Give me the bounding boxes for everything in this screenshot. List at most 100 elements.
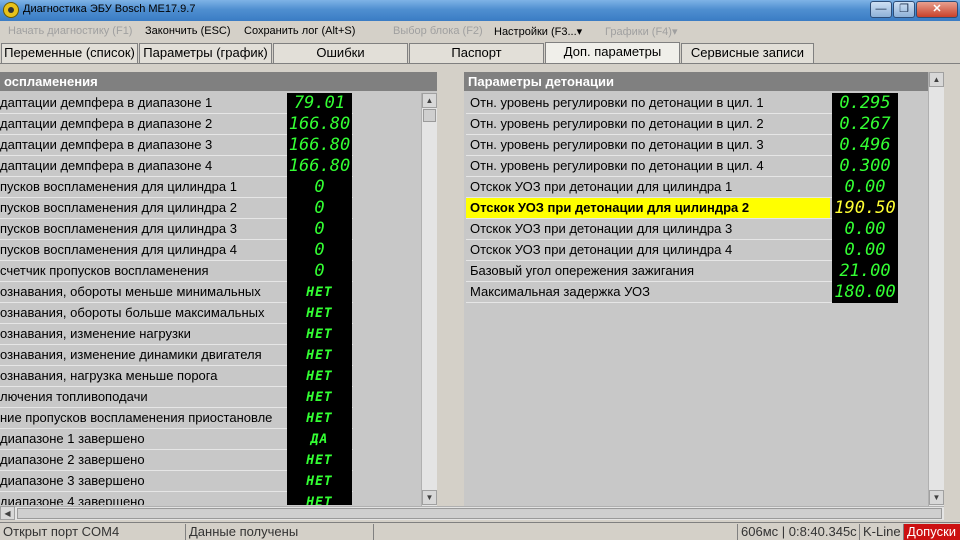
row-value: 180.00 (832, 282, 898, 303)
ignition-row[interactable]: счетчик пропусков воспламенения 0 (0, 261, 353, 282)
detonation-row[interactable]: Отскок УОЗ при детонации для цилиндра 30… (466, 219, 898, 240)
ignition-row[interactable]: диапазоне 1 завершено ДА (0, 429, 353, 450)
ignition-row[interactable]: пусков воспламенения для цилиндра 20 (0, 198, 353, 219)
ignition-panel: оспламенения даптации демпфера в диапазо… (0, 72, 437, 506)
row-value: НЕТ (287, 303, 352, 324)
ignition-row[interactable]: ознавания, нагрузка меньше порога НЕТ (0, 366, 353, 387)
detonation-row[interactable]: Максимальная задержка УОЗ 180.00 (466, 282, 898, 303)
ignition-row[interactable]: ние пропусков воспламенения приостановле… (0, 408, 353, 429)
scroll-down-icon[interactable]: ▼ (929, 490, 944, 505)
menu-charts[interactable]: Графики (F4)▾ (605, 25, 677, 38)
detonation-row[interactable]: Базовый угол опережения зажигания 21.00 (466, 261, 898, 282)
status-protocol: K-Line (860, 524, 904, 540)
menu-select-unit[interactable]: Выбор блока (F2) (393, 25, 483, 37)
scroll-up-icon[interactable]: ▲ (422, 93, 437, 108)
row-label: Максимальная задержка УОЗ (466, 282, 830, 302)
row-label: Отн. уровень регулировки по детонации в … (466, 93, 830, 113)
ignition-row[interactable]: диапазоне 3 завершено НЕТ (0, 471, 353, 492)
menu-settings[interactable]: Настройки (F3...▾ (494, 25, 582, 38)
horizontal-scroll-thumb[interactable] (17, 508, 942, 519)
status-port: Открыт порт COM4 (0, 524, 186, 540)
detonation-row[interactable]: Отн. уровень регулировки по детонации в … (466, 135, 898, 156)
scroll-thumb[interactable] (423, 109, 436, 122)
row-value: 0.300 (832, 156, 898, 177)
window-title: Диагностика ЭБУ Bosch ME17.9.7 (23, 3, 196, 15)
title-bar: Диагностика ЭБУ Bosch ME17.9.7 — ❐ ✕ (0, 0, 960, 21)
row-value: НЕТ (287, 450, 352, 471)
ignition-row[interactable]: даптации демпфера в диапазоне 2 166.80 (0, 114, 353, 135)
row-value: НЕТ (287, 324, 352, 345)
row-label: пусков воспламенения для цилиндра 1 (0, 177, 285, 197)
row-label: даптации демпфера в диапазоне 1 (0, 93, 285, 113)
ignition-row[interactable]: ознавания, обороты меньше минимальных НЕТ (0, 282, 353, 303)
status-timing: 606мс | 0:8:40.345с (738, 524, 860, 540)
row-value: 0 (287, 177, 352, 198)
detonation-vertical-scrollbar[interactable]: ▲ ▼ (928, 72, 944, 506)
ignition-row[interactable]: пусков воспламенения для цилиндра 40 (0, 240, 353, 261)
detonation-row[interactable]: Отскок УОЗ при детонации для цилиндра 10… (466, 177, 898, 198)
detonation-row[interactable]: Отскок УОЗ при детонации для цилиндра 40… (466, 240, 898, 261)
ignition-row[interactable]: лючения топливоподачи НЕТ (0, 387, 353, 408)
tab-parameters-chart[interactable]: Параметры (график) (139, 43, 272, 63)
row-value: НЕТ (287, 492, 352, 505)
ignition-row[interactable]: пусков воспламенения для цилиндра 30 (0, 219, 353, 240)
menu-save-log[interactable]: Сохранить лог (Alt+S) (244, 25, 355, 37)
row-value: 0 (287, 261, 352, 282)
row-value: НЕТ (287, 282, 352, 303)
ignition-row[interactable]: диапазоне 4 завершено НЕТ (0, 492, 353, 505)
menu-finish[interactable]: Закончить (ESC) (145, 25, 231, 37)
row-label: ознавания, нагрузка меньше порога (0, 366, 285, 386)
maximize-button[interactable]: ❐ (893, 1, 915, 18)
row-value: 0 (287, 219, 352, 240)
detonation-row[interactable]: Отн. уровень регулировки по детонации в … (466, 93, 898, 114)
detonation-row-selected[interactable]: Отскок УОЗ при детонации для цилиндра 21… (466, 198, 898, 219)
horizontal-scrollbar[interactable]: ◀ (0, 506, 944, 520)
ignition-row[interactable]: пусков воспламенения для цилиндра 10 (0, 177, 353, 198)
row-value: 0 (287, 198, 352, 219)
ignition-vertical-scrollbar[interactable]: ▲ ▼ (421, 93, 437, 506)
tab-extra-parameters[interactable]: Доп. параметры (545, 42, 680, 63)
ignition-row[interactable]: ознавания, изменение нагрузки НЕТ (0, 324, 353, 345)
toolbar-menu: Начать диагностику (F1) Закончить (ESC) … (0, 21, 960, 43)
row-label: Отскок УОЗ при детонации для цилиндра 2 (466, 198, 830, 218)
status-empty (374, 524, 738, 540)
ignition-row[interactable]: даптации демпфера в диапазоне 1 79.01 (0, 93, 353, 114)
detonation-row[interactable]: Отн. уровень регулировки по детонации в … (466, 156, 898, 177)
row-label: Отн. уровень регулировки по детонации в … (466, 114, 830, 134)
status-tolerances-alert[interactable]: Допуски (904, 524, 960, 540)
row-label: ознавания, изменение нагрузки (0, 324, 285, 344)
scroll-down-icon[interactable]: ▼ (422, 490, 437, 505)
ignition-row[interactable]: даптации демпфера в диапазоне 4 166.80 (0, 156, 353, 177)
scroll-left-icon[interactable]: ◀ (0, 506, 15, 520)
row-value: НЕТ (287, 471, 352, 492)
detonation-panel-header: Параметры детонации (464, 72, 944, 91)
menu-start-diagnostics[interactable]: Начать диагностику (F1) (8, 25, 132, 37)
row-value: 166.80 (287, 156, 352, 177)
row-label: даптации демпфера в диапазоне 3 (0, 135, 285, 155)
row-value: 79.01 (287, 93, 352, 114)
tab-divider (0, 63, 960, 64)
row-label: диапазоне 2 завершено (0, 450, 285, 470)
tab-service-records[interactable]: Сервисные записи (681, 43, 814, 63)
ignition-row[interactable]: ознавания, изменение динамики двигателя Н… (0, 345, 353, 366)
row-label: лючения топливоподачи (0, 387, 285, 407)
tab-errors[interactable]: Ошибки (273, 43, 408, 63)
detonation-panel: Параметры детонации Отн. уровень регулир… (464, 72, 944, 506)
row-label: пусков воспламенения для цилиндра 4 (0, 240, 285, 260)
ignition-row[interactable]: диапазоне 2 завершено НЕТ (0, 450, 353, 471)
tab-passport[interactable]: Паспорт (409, 43, 544, 63)
row-label: ознавания, изменение динамики двигателя (0, 345, 285, 365)
detonation-row[interactable]: Отн. уровень регулировки по детонации в … (466, 114, 898, 135)
row-value: 0.00 (832, 219, 898, 240)
ignition-row[interactable]: ознавания, обороты больше максимальных НЕ… (0, 303, 353, 324)
minimize-button[interactable]: — (870, 1, 892, 18)
tab-variables-list[interactable]: Переменные (список) (1, 43, 138, 63)
row-label: даптации демпфера в диапазоне 2 (0, 114, 285, 134)
row-label: пусков воспламенения для цилиндра 3 (0, 219, 285, 239)
ignition-row[interactable]: даптации демпфера в диапазоне 3 166.80 (0, 135, 353, 156)
scroll-up-icon[interactable]: ▲ (929, 72, 944, 87)
row-label: пусков воспламенения для цилиндра 2 (0, 198, 285, 218)
row-value: 190.50 (832, 198, 898, 219)
close-button[interactable]: ✕ (916, 1, 958, 18)
row-value: 0 (287, 240, 352, 261)
